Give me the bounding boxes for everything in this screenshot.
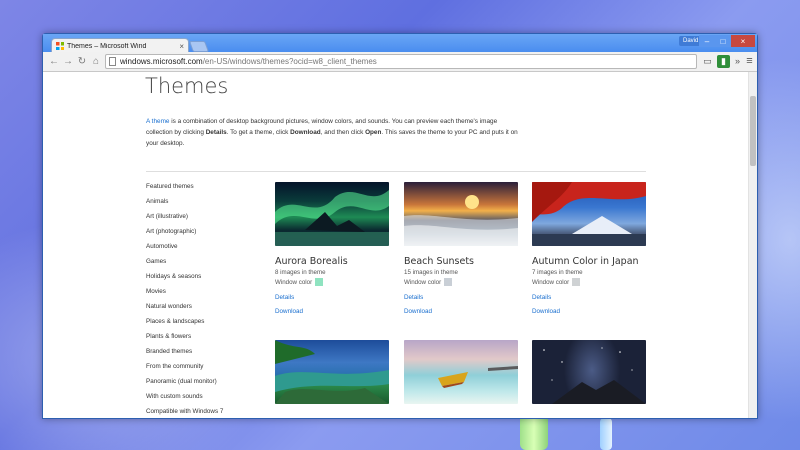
window-color-swatch: [315, 278, 324, 286]
page-content: Themes A theme is a combination of deskt…: [43, 72, 757, 418]
theme-thumbnail[interactable]: [404, 182, 518, 246]
section-divider: [146, 171, 646, 172]
sidebar-item-games[interactable]: Games: [146, 257, 256, 272]
intro-open: Open: [365, 129, 382, 136]
sidebar-item-windows-7[interactable]: Compatible with Windows 7: [146, 407, 256, 418]
theme-card-starry-sky: [532, 340, 648, 404]
sidebar-item-panoramic[interactable]: Panoramic (dual monitor): [146, 377, 256, 392]
a-theme-link[interactable]: A theme: [146, 118, 169, 125]
page-icon: [109, 57, 116, 66]
theme-image-count: 8 images in theme: [275, 269, 326, 276]
tab-title: Themes – Microsoft Wind: [67, 42, 147, 50]
theme-thumbnail[interactable]: [275, 182, 389, 246]
sidebar-item-animals[interactable]: Animals: [146, 197, 256, 212]
browser-toolbar: ← → ↻ ⌂ windows.microsoft.com/en-US/wind…: [43, 52, 757, 72]
intro-text: A theme is a combination of desktop back…: [146, 116, 520, 149]
intro-details: Details: [205, 129, 227, 136]
extension-icon[interactable]: ▮: [717, 55, 730, 68]
sidebar-item-places-landscapes[interactable]: Places & landscapes: [146, 317, 256, 332]
url-path: /en-US/windows/themes?ocid=w8_client_the…: [202, 57, 377, 66]
sidebar-item-featured-themes[interactable]: Featured themes: [146, 182, 256, 197]
browser-window: Themes – Microsoft Wind × David – □ × ← …: [42, 33, 758, 419]
reload-button[interactable]: ↻: [75, 55, 89, 69]
microsoft-logo-icon: [56, 42, 64, 50]
desktop-flower-bud: [600, 418, 612, 450]
menu-icon[interactable]: ≡: [743, 55, 756, 68]
theme-thumbnail[interactable]: [532, 182, 646, 246]
minimize-button[interactable]: –: [699, 35, 715, 47]
url-host: windows.microsoft.com: [120, 57, 203, 66]
theme-window-color: Window color: [275, 278, 391, 286]
window-color-label: Window color: [532, 278, 570, 286]
theme-thumbnail[interactable]: [404, 340, 518, 404]
download-link[interactable]: Download: [404, 308, 520, 315]
window-color-swatch: [572, 278, 581, 286]
tab-close-icon[interactable]: ×: [179, 42, 184, 51]
forward-button[interactable]: →: [61, 55, 75, 69]
sidebar-item-art-illustrative[interactable]: Art (illustrative): [146, 212, 256, 227]
sidebar-item-custom-sounds[interactable]: With custom sounds: [146, 392, 256, 407]
intro-download: Download: [290, 129, 321, 136]
theme-window-color: Window color: [532, 278, 648, 286]
back-button[interactable]: ←: [47, 55, 61, 69]
window-color-label: Window color: [275, 278, 313, 286]
address-bar[interactable]: windows.microsoft.com/en-US/windows/them…: [105, 54, 697, 69]
close-window-button[interactable]: ×: [731, 35, 755, 47]
theme-name[interactable]: Aurora Borealis: [275, 256, 391, 267]
browser-tab[interactable]: Themes – Microsoft Wind ×: [51, 38, 189, 53]
sidebar-item-branded-themes[interactable]: Branded themes: [146, 347, 256, 362]
home-button[interactable]: ⌂: [89, 55, 103, 69]
sidebar-item-from-community[interactable]: From the community: [146, 362, 256, 377]
intro-text-2: . To get a theme, click: [226, 129, 291, 136]
title-bar: Themes – Microsoft Wind × David – □ ×: [43, 34, 757, 53]
sidebar-item-movies[interactable]: Movies: [146, 287, 256, 302]
maximize-button[interactable]: □: [715, 35, 731, 47]
sidebar-item-natural-wonders[interactable]: Natural wonders: [146, 302, 256, 317]
category-sidebar: Featured themes Animals Art (illustrativ…: [146, 182, 256, 418]
details-link[interactable]: Details: [532, 294, 648, 301]
theme-image-count: 15 images in theme: [404, 269, 458, 276]
details-link[interactable]: Details: [404, 294, 520, 301]
window-color-label: Window color: [404, 278, 442, 286]
theme-card-aurora-borealis: Aurora Borealis 8 images in theme Window…: [275, 182, 391, 315]
theme-name[interactable]: Autumn Color in Japan: [532, 256, 648, 267]
download-link[interactable]: Download: [532, 308, 648, 315]
theme-window-color: Window color: [404, 278, 520, 286]
theme-name[interactable]: Beach Sunsets: [404, 256, 520, 267]
sidebar-item-art-photographic[interactable]: Art (photographic): [146, 227, 256, 242]
new-tab-button[interactable]: [188, 41, 210, 52]
scrollbar-thumb[interactable]: [750, 96, 756, 166]
download-link[interactable]: Download: [275, 308, 391, 315]
intro-text-3: , and then click: [320, 129, 366, 136]
sidebar-item-automotive[interactable]: Automotive: [146, 242, 256, 257]
details-link[interactable]: Details: [275, 294, 391, 301]
theme-thumbnail[interactable]: [532, 340, 646, 404]
sidebar-item-plants-flowers[interactable]: Plants & flowers: [146, 332, 256, 347]
window-color-swatch: [444, 278, 453, 286]
theme-card-tropical-boat: [404, 340, 520, 404]
theme-card-beach-sunsets: Beach Sunsets 15 images in theme Window …: [404, 182, 520, 315]
theme-thumbnail[interactable]: [275, 340, 389, 404]
theme-image-count: 7 images in theme: [532, 269, 583, 276]
page-title: Themes: [145, 74, 229, 98]
theme-card-autumn-color-japan: Autumn Color in Japan 7 images in theme …: [532, 182, 648, 315]
sidebar-item-holidays-seasons[interactable]: Holidays & seasons: [146, 272, 256, 287]
cast-icon[interactable]: ▭: [701, 55, 714, 68]
page-scrollbar[interactable]: [748, 72, 757, 418]
theme-card-coastline: [275, 340, 391, 404]
